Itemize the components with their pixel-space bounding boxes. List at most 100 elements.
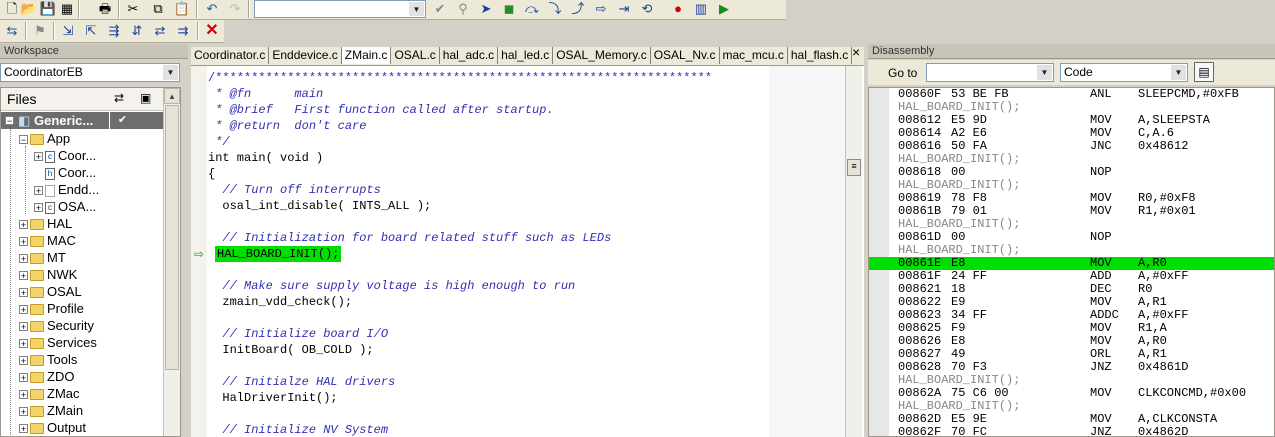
next-statement-icon[interactable]: ⇨ [591,0,611,18]
editor-scrollbar[interactable]: ≡ [845,66,862,437]
execution-arrow-icon: ⇨ [194,247,205,261]
tree-item[interactable]: + c OSA... [34,198,96,215]
toolbar-combo[interactable]: ▼ [254,0,426,18]
tree-item[interactable]: h Coor... [34,164,96,181]
tree-item[interactable]: + OSAL [19,283,82,300]
step-into-icon[interactable]: ⤵ [545,0,565,18]
expand-icon[interactable]: + [19,220,28,230]
indent-icon[interactable]: ⇆ [2,22,22,40]
expand-icon[interactable]: + [34,186,43,196]
workspace-scroll-thumb[interactable] [165,105,179,370]
tree-item[interactable]: + c Coor... [34,147,96,164]
prev-bookmark-icon[interactable]: ⇱ [81,22,101,40]
expand-icon[interactable]: + [19,339,28,349]
toggle-breakpoint-icon[interactable]: ✔ [430,0,450,18]
goto-line-icon[interactable]: ⇄ [150,22,170,40]
tree-item[interactable]: − App [19,130,70,147]
expand-icon[interactable]: + [19,322,28,332]
chevron-down-icon[interactable]: ▼ [409,2,424,16]
find-icon[interactable]: ⚲ [453,0,473,18]
find-in-files-icon[interactable]: ⇉ [173,22,193,40]
tree-item[interactable]: + ZMac [19,385,80,402]
tree-item[interactable]: + Services [19,334,97,351]
tree-item[interactable]: + MT [19,249,66,266]
expand-icon[interactable]: + [19,237,28,247]
toggle-bookmark-icon[interactable]: ⇶ [104,22,124,40]
open-icon[interactable]: 📂 [19,0,39,18]
bookmark-icon[interactable]: ⚑ [30,22,50,40]
clear-bookmarks-icon[interactable]: ⇵ [127,22,147,40]
folder-icon [30,406,44,418]
close-icon[interactable]: ✕ [202,22,222,40]
collapse-icon[interactable]: − [19,135,28,145]
redo-icon[interactable]: ↷ [225,0,245,18]
tree-item[interactable]: + MAC [19,232,76,249]
expand-icon[interactable]: + [34,203,43,213]
save-all-icon[interactable]: ▦ [57,0,77,18]
download-debug-icon[interactable]: ▶ [714,0,734,18]
tab-hal-flash-c[interactable]: hal_flash.c [788,47,853,64]
file-options-icon[interactable]: ⇄ [114,91,124,105]
tab-coordinator-c[interactable]: Coordinator.c [191,47,270,64]
chevron-down-icon[interactable]: ▼ [1037,65,1052,80]
break-icon[interactable]: ● [668,0,688,18]
expand-icon[interactable]: + [19,390,28,400]
paste-icon[interactable]: 📋 [172,0,192,18]
expand-icon[interactable]: + [19,271,28,281]
tree-item[interactable]: + ZDO [19,368,74,385]
make-icon[interactable]: ▥ [691,0,711,18]
instruction-row[interactable]: 00862F 70 FC JNZ 0x4862D [869,425,1274,437]
expand-icon[interactable]: + [19,288,28,298]
editor-scroll-thumb[interactable]: ≡ [847,159,861,176]
chevron-down-icon[interactable]: ▼ [163,65,178,80]
tab-osal-c[interactable]: OSAL.c [391,47,440,64]
instr-addr: 00862F [898,425,942,437]
collapse-icon[interactable]: − [5,116,14,126]
tab-osal-nv-c[interactable]: OSAL_Nv.c [651,47,720,64]
scroll-up-icon[interactable]: ▲ [164,88,180,104]
tree-item[interactable]: + Security [19,317,94,334]
chevron-down-icon[interactable]: ▼ [1171,65,1186,80]
next-bookmark-icon[interactable]: ⇲ [58,22,78,40]
workspace-config-select[interactable]: CoordinatorEB ▼ [0,63,180,82]
tab-hal-adc-c[interactable]: hal_adc.c [440,47,499,64]
editor-close-button[interactable]: × [852,44,860,60]
tree-item[interactable]: + HAL [19,215,72,232]
step-out-icon[interactable]: ⤴ [568,0,588,18]
tab-osal-memory-c[interactable]: OSAL_Memory.c [553,47,651,64]
expand-icon[interactable]: + [19,254,28,264]
tab-hal-led-c[interactable]: hal_led.c [498,47,554,64]
tree-item[interactable]: + ZMain [19,402,83,419]
expand-icon[interactable]: + [19,407,28,417]
expand-icon[interactable]: + [19,356,28,366]
tab-zmain-c[interactable]: ZMain.c [341,47,392,64]
print-icon[interactable]: 🖶 [95,0,115,18]
save-icon[interactable]: 💾 [38,0,58,18]
go-icon[interactable]: ➤ [476,0,496,18]
reset-icon[interactable]: ⟲ [637,0,657,18]
tree-item[interactable]: + Endd... [34,181,99,198]
build-status-icon[interactable]: ▣ [140,91,151,105]
tree-item[interactable]: + Profile [19,300,84,317]
tree-root-row[interactable]: − ◧ Generic... ✔ [1,112,163,129]
tree-item[interactable]: + NWK [19,266,77,283]
workspace-scrollbar[interactable]: ▲ [163,88,180,436]
undo-icon[interactable]: ↶ [202,0,222,18]
stop-icon[interactable]: ◼ [499,0,519,18]
tab-enddevice-c[interactable]: Enddevice.c [269,47,342,64]
memory-zone-select[interactable]: Code ▼ [1060,63,1188,82]
step-over-icon[interactable]: ⤼ [522,0,542,18]
disassembly-options-icon[interactable]: ▤ [1194,62,1214,82]
tree-item[interactable]: + Tools [19,351,77,368]
tab-mac-mcu-c[interactable]: mac_mcu.c [720,47,788,64]
cut-icon[interactable]: ✂ [123,0,143,18]
copy-icon[interactable]: ⧉ [148,0,168,18]
expand-icon[interactable]: + [19,424,28,434]
goto-input[interactable]: ▼ [926,63,1054,82]
expand-icon[interactable]: + [19,373,28,383]
run-to-cursor-icon[interactable]: ⇥ [614,0,634,18]
expand-icon[interactable]: + [19,305,28,315]
expand-icon[interactable]: + [34,152,43,162]
tree-item[interactable]: + Output [19,419,86,436]
disassembly-rows[interactable]: 00860F 53 BE FB ANL SLEEPCMD,#0xFB HAL_BOARD… [869,88,1274,437]
